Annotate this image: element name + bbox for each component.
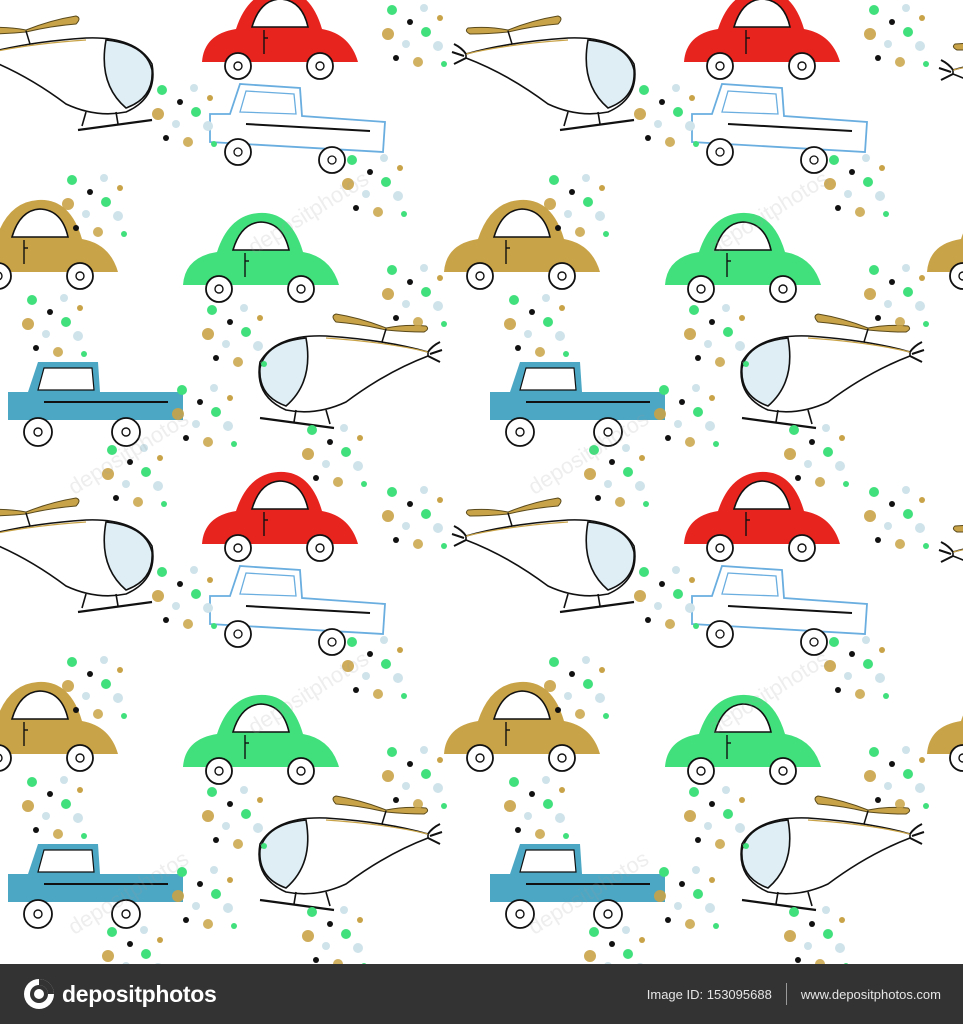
website-link[interactable]: www.depositphotos.com bbox=[801, 987, 941, 1002]
depositphotos-logo[interactable]: depositphotos bbox=[22, 977, 217, 1011]
logo-text: depositphotos bbox=[62, 980, 217, 1007]
image-id: Image ID: 153095688 bbox=[646, 986, 772, 1002]
footer-divider bbox=[785, 983, 787, 1005]
vehicle-pattern bbox=[0, 0, 963, 964]
camera-aperture-icon bbox=[24, 979, 54, 1009]
footer-bar: depositphotos Image ID: 153095688 www.de… bbox=[0, 964, 963, 1024]
